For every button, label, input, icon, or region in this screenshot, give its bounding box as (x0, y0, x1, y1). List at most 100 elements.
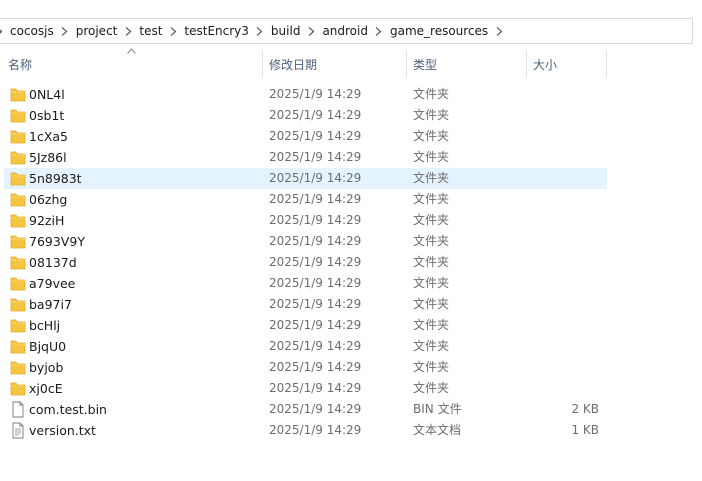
file-modified-date: 2025/1/9 14:29 (269, 360, 362, 374)
chevron-right-icon[interactable] (253, 24, 267, 38)
file-row[interactable]: 0sb1t 2025/1/9 14:29 文件夹 (4, 105, 607, 126)
file-modified-date: 2025/1/9 14:29 (269, 276, 362, 290)
breadcrumb-segment[interactable]: build (267, 24, 305, 38)
file-row[interactable]: 7693V9Y 2025/1/9 14:29 文件夹 (4, 231, 607, 252)
file-type: BIN 文件 (413, 402, 462, 416)
file-name: 7693V9Y (29, 234, 85, 249)
file-type: 文件夹 (413, 276, 450, 290)
folder-icon (10, 86, 26, 103)
file-modified-date: 2025/1/9 14:29 (269, 339, 362, 353)
file-name: a79vee (29, 276, 76, 291)
file-type: 文件夹 (413, 129, 450, 143)
file-explorer: cocosjs project test testEncry3 build android… (0, 0, 702, 481)
file-row[interactable]: 06zhg 2025/1/9 14:29 文件夹 (4, 189, 607, 210)
folder-icon (10, 296, 26, 313)
file-row[interactable]: 5Jz86l 2025/1/9 14:29 文件夹 (4, 147, 607, 168)
file-size: 2 KB (571, 402, 599, 416)
breadcrumb-segment[interactable]: testEncry3 (180, 24, 253, 38)
file-row[interactable]: com.test.bin 2025/1/9 14:29 BIN 文件 2 KB (4, 399, 607, 420)
chevron-right-icon[interactable] (121, 24, 135, 38)
file-row[interactable]: 08137d 2025/1/9 14:29 文件夹 (4, 252, 607, 273)
file-row[interactable]: byjob 2025/1/9 14:29 文件夹 (4, 357, 607, 378)
file-name: 0sb1t (29, 108, 65, 123)
file-row[interactable]: 1cXa5 2025/1/9 14:29 文件夹 (4, 126, 607, 147)
file-modified-date: 2025/1/9 14:29 (269, 87, 362, 101)
column-header-type[interactable]: 类型 (406, 50, 526, 78)
file-row[interactable]: BjqU0 2025/1/9 14:29 文件夹 (4, 336, 607, 357)
folder-icon (10, 128, 26, 145)
text-file-icon (10, 422, 26, 439)
file-row[interactable]: bcHlj 2025/1/9 14:29 文件夹 (4, 315, 607, 336)
folder-icon (10, 359, 26, 376)
file-type: 文本文档 (413, 423, 462, 437)
file-modified-date: 2025/1/9 14:29 (269, 108, 362, 122)
chevron-right-icon[interactable] (304, 24, 318, 38)
file-name: BjqU0 (29, 339, 67, 354)
file-modified-date: 2025/1/9 14:29 (269, 423, 362, 437)
folder-icon (10, 317, 26, 334)
file-type: 文件夹 (413, 108, 450, 122)
file-type: 文件夹 (413, 192, 450, 206)
file-type: 文件夹 (413, 87, 450, 101)
breadcrumb-segment[interactable]: android (318, 24, 372, 38)
file-row[interactable]: 92ziH 2025/1/9 14:29 文件夹 (4, 210, 607, 231)
folder-icon (10, 338, 26, 355)
file-name: 06zhg (29, 192, 68, 207)
chevron-right-icon[interactable] (372, 24, 386, 38)
file-row[interactable]: ba97i7 2025/1/9 14:29 文件夹 (4, 294, 607, 315)
breadcrumb[interactable]: cocosjs project test testEncry3 build android… (0, 18, 693, 44)
folder-icon (10, 254, 26, 271)
breadcrumb-segment[interactable]: test (135, 24, 166, 38)
sort-ascending-icon (127, 48, 136, 54)
file-name: bcHlj (29, 318, 61, 333)
column-header-size[interactable]: 大小 (526, 50, 606, 78)
file-name: xj0cE (29, 381, 63, 396)
folder-icon (10, 191, 26, 208)
file-row[interactable]: 5n8983t 2025/1/9 14:29 文件夹 (4, 168, 607, 189)
file-type: 文件夹 (413, 171, 450, 185)
column-header-date-label: 修改日期 (269, 57, 318, 72)
file-modified-date: 2025/1/9 14:29 (269, 255, 362, 269)
file-modified-date: 2025/1/9 14:29 (269, 234, 362, 248)
file-name: version.txt (29, 423, 96, 438)
chevron-right-icon[interactable] (58, 24, 72, 38)
file-row[interactable]: version.txt 2025/1/9 14:29 文本文档 1 KB (4, 420, 607, 441)
file-row[interactable]: 0NL4l 2025/1/9 14:29 文件夹 (4, 84, 607, 105)
folder-icon (10, 212, 26, 229)
file-type: 文件夹 (413, 360, 450, 374)
file-list: 0NL4l 2025/1/9 14:29 文件夹 0sb1t 2025/1/9 14:2… (0, 84, 702, 441)
breadcrumb-segment[interactable]: game_resources (386, 24, 492, 38)
file-row[interactable]: xj0cE 2025/1/9 14:29 文件夹 (4, 378, 607, 399)
file-name: ba97i7 (29, 297, 72, 312)
file-modified-date: 2025/1/9 14:29 (269, 381, 362, 395)
folder-icon (10, 233, 26, 250)
file-modified-date: 2025/1/9 14:29 (269, 129, 362, 143)
file-type: 文件夹 (413, 339, 450, 353)
file-modified-date: 2025/1/9 14:29 (269, 213, 362, 227)
file-modified-date: 2025/1/9 14:29 (269, 171, 362, 185)
chevron-right-icon[interactable] (166, 24, 180, 38)
file-row[interactable]: a79vee 2025/1/9 14:29 文件夹 (4, 273, 607, 294)
folder-icon (10, 107, 26, 124)
file-size: 1 KB (571, 423, 599, 437)
column-divider[interactable] (606, 50, 607, 78)
file-type: 文件夹 (413, 234, 450, 248)
file-modified-date: 2025/1/9 14:29 (269, 192, 362, 206)
folder-icon (10, 149, 26, 166)
column-header-date[interactable]: 修改日期 (262, 50, 406, 78)
file-modified-date: 2025/1/9 14:29 (269, 150, 362, 164)
breadcrumb-segment[interactable]: cocosjs (6, 24, 58, 38)
file-icon (10, 401, 26, 418)
file-modified-date: 2025/1/9 14:29 (269, 297, 362, 311)
file-name: 92ziH (29, 213, 65, 228)
file-name: 08137d (29, 255, 77, 270)
file-modified-date: 2025/1/9 14:29 (269, 318, 362, 332)
file-modified-date: 2025/1/9 14:29 (269, 402, 362, 416)
file-type: 文件夹 (413, 297, 450, 311)
breadcrumb-segment[interactable]: project (72, 24, 122, 38)
file-name: 5n8983t (29, 171, 82, 186)
column-header-name[interactable]: 名称 (0, 50, 262, 78)
chevron-right-icon[interactable] (492, 24, 506, 38)
column-header-name-label: 名称 (8, 57, 33, 72)
file-type: 文件夹 (413, 213, 450, 227)
